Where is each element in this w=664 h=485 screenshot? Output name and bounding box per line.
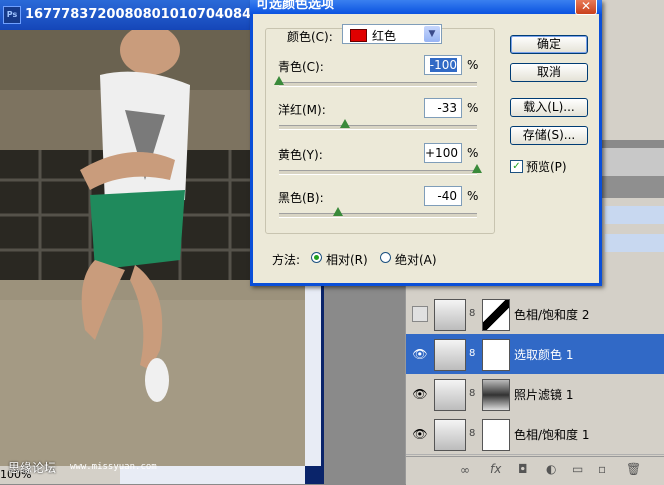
percent-unit: % [467, 101, 479, 115]
adjustment-thumbnail [434, 339, 466, 371]
slider-value-text: -33 [437, 101, 457, 115]
layers-panel-tab[interactable] [605, 234, 664, 252]
layer-row-selected[interactable]: 👁 8 选取颜色 1 [406, 334, 664, 375]
adjustment-thumbnail [434, 379, 466, 411]
method-label: 方法: [272, 253, 301, 267]
document-title: 1677783720080801010704084... [25, 7, 266, 22]
slider-value-text: -100 [429, 58, 457, 72]
ok-button[interactable]: 确定 [510, 35, 588, 54]
slider-value-field[interactable]: +100 [424, 143, 462, 163]
slider-label: 黄色(Y): [278, 148, 323, 162]
slider-track[interactable] [279, 125, 477, 130]
slider-label: 洋红(M): [278, 103, 326, 117]
slider-track[interactable] [279, 213, 477, 218]
slider-knob[interactable] [333, 207, 344, 216]
slider-value-text: -40 [437, 189, 457, 203]
layer-name: 色相/饱和度 1 [514, 428, 590, 442]
layer-row[interactable]: 8 色相/饱和度 2 [406, 294, 664, 335]
preview-checkbox[interactable]: ✓ [510, 160, 523, 173]
eye-icon[interactable]: 👁 [412, 386, 428, 402]
slider-value-field[interactable]: -100 [424, 55, 462, 75]
layer-name: 选取颜色 1 [514, 348, 574, 362]
absolute-label: 绝对(A) [395, 253, 437, 267]
chain-icon: 8 [469, 308, 476, 319]
layer-mask-thumbnail [482, 339, 510, 371]
color-select[interactable]: 红色 ▼ [342, 24, 442, 44]
chevron-down-icon[interactable]: ▼ [424, 26, 440, 42]
link-icon[interactable]: ∞ [460, 463, 470, 477]
top-right-panel [598, 0, 664, 140]
relative-label: 相对(R) [326, 253, 368, 267]
percent-unit: % [467, 146, 479, 160]
close-button[interactable]: ✕ [575, 0, 597, 15]
percent-unit: % [467, 189, 479, 203]
load-button[interactable]: 载入(L)... [510, 98, 588, 117]
layer-name: 照片滤镜 1 [514, 388, 574, 402]
preview-label: 预览(P) [526, 160, 567, 174]
watermark-url: www.missyuan.com [70, 462, 157, 472]
dialog-titlebar[interactable]: 可选颜色选项 [250, 0, 602, 14]
mask-icon[interactable]: ◘ [518, 462, 528, 476]
slider-value-field[interactable]: -33 [424, 98, 462, 118]
layer-mask-thumbnail [482, 299, 510, 331]
layers-panel-tab[interactable] [605, 206, 664, 224]
panel-tab-strip-dark[interactable] [600, 176, 664, 198]
adjustment-thumbnail [434, 419, 466, 451]
panel-tab-strip[interactable] [600, 148, 664, 178]
trash-icon[interactable]: 🗑 [626, 462, 641, 476]
layer-row[interactable]: 👁 8 照片滤镜 1 [406, 374, 664, 415]
layer-name: 色相/饱和度 2 [514, 308, 590, 322]
slider-label: 青色(C): [278, 60, 324, 74]
color-select-value: 红色 [372, 29, 397, 43]
watermark-text: 思缘论坛 [8, 461, 57, 475]
new-layer-icon[interactable]: ▫ [598, 462, 606, 476]
slider-track[interactable] [279, 170, 477, 175]
relative-radio[interactable] [311, 252, 322, 263]
color-label: 颜色(C): [287, 30, 333, 44]
chain-icon: 8 [469, 388, 476, 399]
slider-value-text: +100 [425, 146, 458, 160]
slider-track[interactable] [279, 82, 477, 87]
layer-mask-thumbnail [482, 379, 510, 411]
folder-icon[interactable]: ▭ [572, 462, 583, 476]
layer-mask-thumbnail [482, 419, 510, 451]
color-swatch [350, 29, 367, 42]
slider-label: 黑色(B): [278, 191, 324, 205]
chain-icon: 8 [469, 348, 476, 359]
visibility-toggle[interactable] [412, 306, 428, 322]
eye-icon[interactable]: 👁 [412, 426, 428, 442]
eye-icon[interactable]: 👁 [412, 346, 428, 362]
slider-knob[interactable] [340, 119, 351, 128]
adjustment-thumbnail [434, 299, 466, 331]
slider-knob[interactable] [472, 164, 482, 173]
absolute-radio[interactable] [380, 252, 391, 263]
cancel-button[interactable]: 取消 [510, 63, 588, 82]
slider-value-field[interactable]: -40 [424, 186, 462, 206]
photoshop-icon: Ps [3, 5, 21, 24]
adjustment-icon[interactable]: ◐ [546, 462, 556, 476]
layer-row[interactable]: 👁 8 色相/饱和度 1 [406, 414, 664, 455]
slider-knob[interactable] [274, 76, 284, 85]
percent-unit: % [467, 58, 479, 72]
chain-icon: 8 [469, 428, 476, 439]
fx-icon[interactable]: fx [490, 462, 501, 476]
save-button[interactable]: 存储(S)... [510, 126, 588, 145]
layers-footer: ∞ fx ◘ ◐ ▭ ▫ 🗑 [406, 456, 664, 485]
